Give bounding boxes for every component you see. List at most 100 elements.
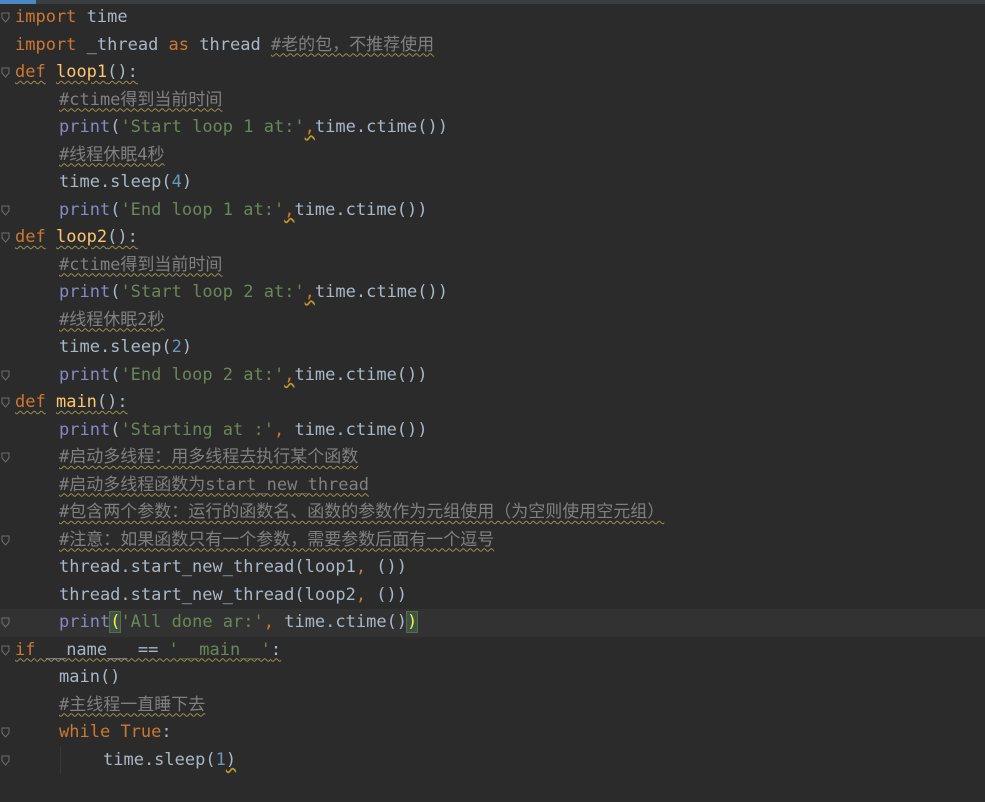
code-token: #主线程一直睡下去 xyxy=(59,694,206,715)
code-token: as xyxy=(168,34,190,55)
code-line[interactable]: print('End loop 1 at:',time.ctime()) xyxy=(0,197,985,225)
code-token: print xyxy=(59,419,111,440)
code-token: , xyxy=(284,364,295,385)
code-token: loop1 xyxy=(55,62,108,82)
code-line[interactable]: import _thread as thread #老的包，不推荐使用 xyxy=(0,32,985,60)
code-token: ( xyxy=(110,282,121,302)
code-line[interactable]: thread.start_new_thread(loop2, ()) xyxy=(0,582,985,610)
code-token: time xyxy=(76,7,128,27)
code-token: def xyxy=(15,227,46,247)
code-line[interactable]: #ctime得到当前时间 xyxy=(0,87,985,115)
code-token: time.sleep( xyxy=(103,749,216,770)
code-token: import xyxy=(15,7,77,27)
code-line[interactable]: #启动多线程函数为start_new_thread xyxy=(0,472,985,500)
code-line[interactable]: #线程休眠4秒 xyxy=(0,142,985,170)
code-token: , xyxy=(304,117,315,137)
code-token: _thread xyxy=(76,34,169,55)
fold-marker-icon[interactable] xyxy=(1,370,10,381)
code-line[interactable]: time.sleep(2) xyxy=(0,334,985,362)
fold-marker-icon[interactable] xyxy=(1,617,10,628)
code-token: #老的包，不推荐使用 xyxy=(270,34,435,55)
code-editor[interactable]: import time import _thread as thread #老的包… xyxy=(0,4,985,802)
code-token: 2 xyxy=(171,337,182,357)
code-line[interactable]: #ctime得到当前时间 xyxy=(0,252,985,280)
fold-marker-icon[interactable] xyxy=(1,452,10,463)
code-token: thread xyxy=(189,34,271,55)
code-token: ( xyxy=(110,364,121,385)
code-line[interactable]: def main(): xyxy=(0,389,985,417)
code-token: main() xyxy=(59,667,121,687)
code-token: __name__ == xyxy=(35,639,169,660)
code-token: , xyxy=(355,557,377,577)
code-token: import xyxy=(15,34,77,55)
code-token: time.sleep( xyxy=(59,337,172,357)
code-line[interactable]: print('Starting at :', time.ctime()) xyxy=(0,417,985,445)
code-token: '__main__' xyxy=(168,639,271,660)
code-token: ) xyxy=(181,172,193,192)
code-token: thread.start_new_thread(loop2 xyxy=(59,584,356,605)
code-line[interactable]: while True: xyxy=(0,719,985,747)
code-line[interactable]: thread.start_new_thread(loop1, ()) xyxy=(0,554,985,582)
code-line[interactable]: print('End loop 2 at:',time.ctime()) xyxy=(0,362,985,390)
code-token: 'All done ar:' xyxy=(120,612,264,632)
fold-marker-icon[interactable] xyxy=(1,12,10,23)
code-token: 'End loop 2 at:' xyxy=(120,364,285,385)
code-line[interactable]: def loop1(): xyxy=(0,59,985,87)
code-token: #启动多线程：用多线程去执行某个函数 xyxy=(59,447,359,467)
code-line[interactable]: #启动多线程：用多线程去执行某个函数 xyxy=(0,444,985,472)
code-line[interactable]: import time xyxy=(0,4,985,32)
fold-marker-icon[interactable] xyxy=(1,535,10,546)
code-token: ) xyxy=(406,611,419,633)
code-token: loop2 xyxy=(55,227,108,247)
code-token: #ctime得到当前时间 xyxy=(59,254,223,275)
code-token: , xyxy=(273,419,295,440)
code-token: #ctime得到当前时间 xyxy=(59,89,223,110)
code-token: if xyxy=(15,639,36,660)
code-token: thread.start_new_thread(loop1 xyxy=(59,557,356,577)
code-token: #注意：如果函数只有一个参数，需要参数后面有一个逗号 xyxy=(59,529,495,550)
code-line[interactable]: #注意：如果函数只有一个参数，需要参数后面有一个逗号 xyxy=(0,527,985,555)
code-token: , xyxy=(263,612,285,632)
code-line[interactable]: time.sleep(1) xyxy=(0,746,985,774)
fold-marker-icon[interactable] xyxy=(1,727,10,738)
code-token: ()) xyxy=(376,557,408,577)
fold-marker-icon[interactable] xyxy=(1,232,10,243)
code-line[interactable]: print('All done ar:', time.ctime()) xyxy=(0,609,985,637)
code-line[interactable]: #线程休眠2秒 xyxy=(0,307,985,335)
code-token: 'End loop 1 at:' xyxy=(120,199,285,220)
code-token: time.sleep( xyxy=(59,172,172,192)
code-token: time.ctime()) xyxy=(294,199,428,220)
code-token: print xyxy=(59,117,111,137)
code-line[interactable]: time.sleep(4) xyxy=(0,169,985,197)
code-token: ( xyxy=(110,419,121,440)
code-line[interactable]: main() xyxy=(0,664,985,692)
code-line[interactable]: if __name__ == '__main__': xyxy=(0,637,985,665)
fold-marker-icon[interactable] xyxy=(1,755,10,766)
code-token: #线程休眠4秒 xyxy=(59,144,165,165)
fold-marker-icon[interactable] xyxy=(1,205,10,216)
code-token: ()) xyxy=(376,584,408,605)
code-token: ( xyxy=(109,611,122,633)
code-token: (): xyxy=(96,392,128,412)
code-token: ) xyxy=(181,337,193,357)
code-token: 'Starting at :' xyxy=(120,419,274,440)
code-token: main xyxy=(55,392,97,412)
code-token: ( xyxy=(110,199,121,220)
code-token: time.ctime()) xyxy=(294,364,428,385)
code-line[interactable]: #主线程一直睡下去 xyxy=(0,692,985,720)
code-line[interactable]: #包含两个参数：运行的函数名、函数的参数作为元组使用（为空则使用空元组） xyxy=(0,499,985,527)
code-line[interactable]: def loop2(): xyxy=(0,224,985,252)
code-token: #包含两个参数：运行的函数名、函数的参数作为元组使用（为空则使用空元组） xyxy=(59,502,665,522)
code-token: , xyxy=(355,584,377,605)
code-token: : xyxy=(270,639,282,660)
code-line[interactable]: print('Start loop 2 at:',time.ctime()) xyxy=(0,279,985,307)
code-line[interactable]: print('Start loop 1 at:',time.ctime()) xyxy=(0,114,985,142)
fold-marker-icon[interactable] xyxy=(1,67,10,78)
indent-guide xyxy=(60,746,61,774)
code-token: time.ctime()) xyxy=(314,117,448,137)
code-token: def xyxy=(15,62,46,82)
fold-marker-icon[interactable] xyxy=(1,645,10,656)
fold-marker-icon[interactable] xyxy=(1,397,10,408)
